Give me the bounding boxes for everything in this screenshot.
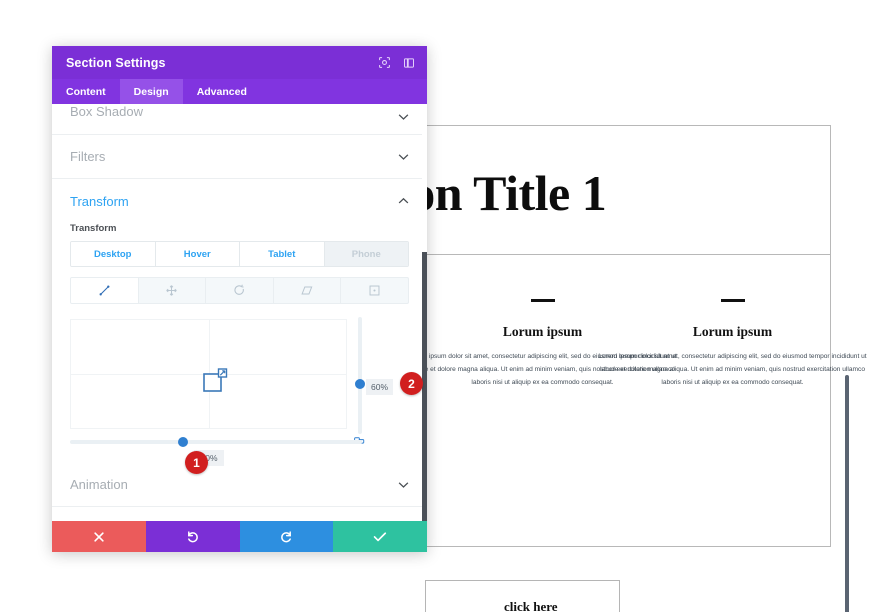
modal-scrollbar[interactable] (422, 104, 427, 521)
accordion-transform[interactable]: Transform (52, 179, 427, 223)
layout-toggle-icon[interactable] (401, 55, 417, 71)
page-preview: Section Title 1 Lorum ipsum Lorem ipsum … (310, 125, 867, 612)
page-scrollbar[interactable] (845, 375, 849, 612)
save-button[interactable] (333, 521, 427, 552)
tab-design[interactable]: Design (119, 79, 183, 104)
accordion-box-shadow[interactable]: Box Shadow (52, 104, 427, 135)
modal-tab-bar: Content Design Advanced (52, 79, 427, 104)
horizontal-scale-slider[interactable] (70, 437, 362, 447)
divider-rule (530, 299, 555, 302)
device-tab-desktop[interactable]: Desktop (71, 242, 156, 266)
tab-content[interactable]: Content (52, 79, 120, 104)
hero-section: Section Title 1 (310, 125, 831, 255)
accordion-label: Box Shadow (70, 104, 143, 119)
transform-mode-group (70, 277, 409, 304)
skew-icon[interactable] (274, 278, 342, 303)
help-row[interactable]: ? Help (52, 507, 427, 521)
horizontal-slider-handle[interactable] (178, 437, 188, 447)
accordion-transform-section: Transform Transform Desktop Hover Tablet… (52, 179, 427, 474)
accordion-animation[interactable]: Animation (52, 463, 427, 507)
scrollbar-thumb[interactable] (422, 252, 427, 521)
section-settings-modal: Section Settings Content Design Advanced… (52, 46, 427, 552)
device-tab-tablet[interactable]: Tablet (240, 242, 325, 266)
redo-button[interactable] (239, 521, 334, 552)
device-tab-phone[interactable]: Phone (324, 242, 408, 266)
vertical-value-label: 60% (366, 379, 394, 395)
annotation-badge-1: 1 (185, 451, 208, 474)
cancel-button[interactable] (52, 521, 146, 552)
transform-field-label: Transform (70, 223, 117, 234)
accordion-box-shadow-clip: Box Shadow (52, 104, 427, 135)
vertical-scale-slider[interactable] (355, 317, 365, 434)
move-icon[interactable] (139, 278, 207, 303)
click-here-button[interactable]: click here (425, 580, 620, 612)
accordion-label: Animation (70, 477, 128, 492)
column-body: Lorem ipsum dolor sit amet, consectetur … (598, 353, 867, 387)
cta-label: click here (504, 599, 558, 612)
modal-scroll-area: Box Shadow Filters Transform Transform D… (52, 104, 427, 521)
chevron-down-icon (398, 153, 409, 160)
chevron-down-icon (398, 481, 409, 488)
transform-canvas: 60% 60% 1 2 (70, 317, 423, 474)
device-tab-hover[interactable]: Hover (155, 242, 240, 266)
modal-footer (52, 521, 427, 552)
annotation-badge-2: 2 (400, 372, 423, 395)
undo-button[interactable] (145, 521, 240, 552)
chevron-up-icon (398, 197, 409, 205)
scale-icon[interactable] (71, 278, 139, 303)
rotate-icon[interactable] (206, 278, 274, 303)
tab-advanced[interactable]: Advanced (183, 79, 261, 104)
modal-header: Section Settings (52, 46, 427, 79)
device-tab-group: Desktop Hover Tablet Phone (70, 241, 409, 267)
screen-root: Section Title 1 Lorum ipsum Lorem ipsum … (0, 0, 880, 612)
content-section: Lorum ipsum Lorem ipsum dolor sit amet, … (408, 255, 867, 612)
expand-icon[interactable] (376, 55, 392, 71)
accordion-label: Filters (70, 149, 106, 164)
modal-header-actions (376, 46, 417, 79)
modal-title: Section Settings (66, 55, 166, 70)
origin-icon[interactable] (341, 278, 408, 303)
chevron-down-icon (398, 114, 409, 121)
divider-rule (720, 299, 745, 302)
vertical-slider-handle[interactable] (355, 379, 365, 389)
accordion-label: Transform (70, 193, 129, 209)
accordion-filters[interactable]: Filters (52, 135, 427, 179)
column-heading: Lorum ipsum (692, 324, 773, 339)
content-column-2: Lorum ipsum Lorem ipsum dolor sit amet, … (595, 299, 870, 389)
transform-handle-shape[interactable] (201, 366, 229, 394)
